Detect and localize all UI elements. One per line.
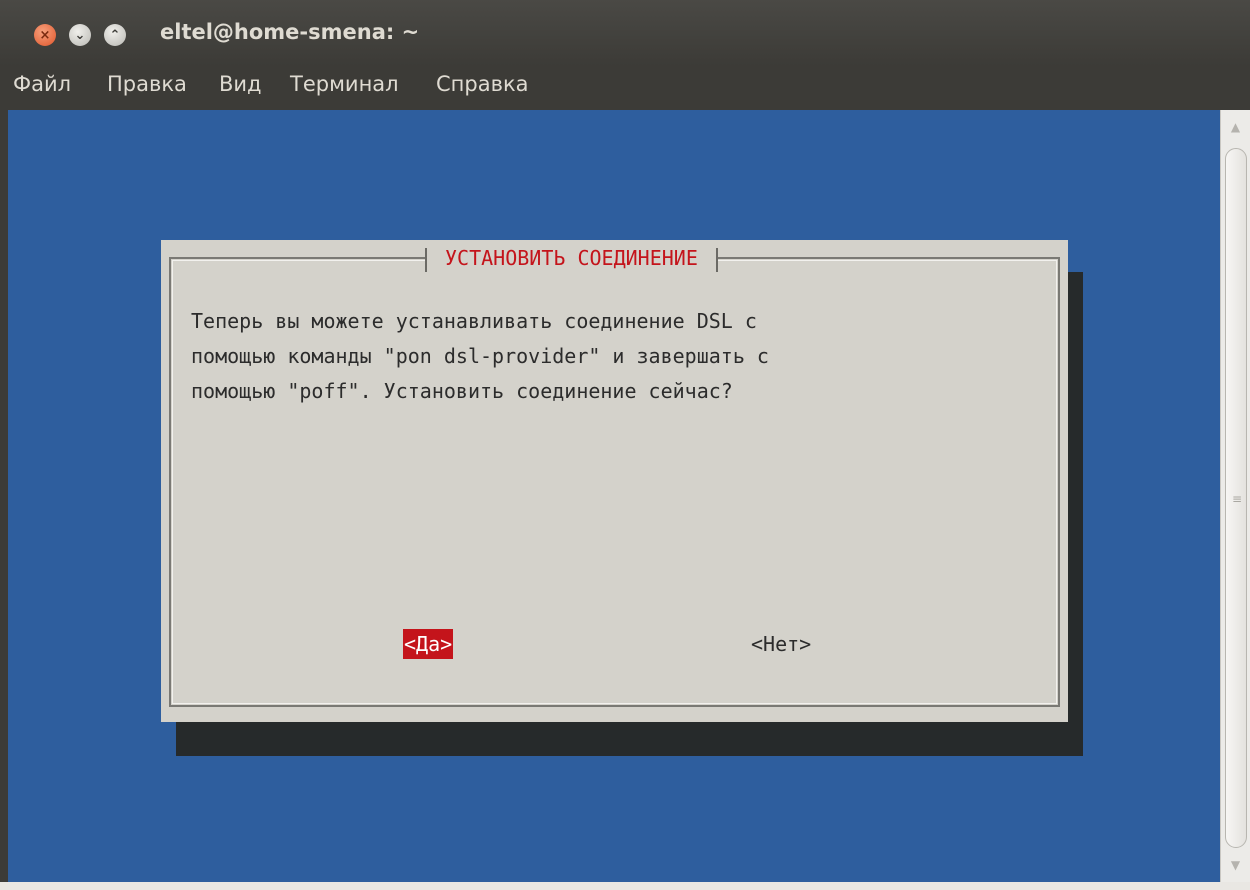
connection-dialog: УСТАНОВИТЬ СОЕДИНЕНИЕ Теперь вы можете у… [161,240,1068,722]
message-line: Теперь вы можете устанавливать соединени… [191,309,757,333]
dialog-message: Теперь вы можете устанавливать соединени… [191,304,1011,409]
menu-item-edit[interactable]: Правка [107,72,187,96]
menu-item-help[interactable]: Справка [436,72,529,96]
title-divider-right [715,248,718,272]
menu-bar: Файл Правка Вид Терминал Справка [0,66,1250,110]
minimize-icon[interactable]: ⌄ [69,24,91,46]
close-icon[interactable]: × [34,24,56,46]
title-bar[interactable]: × ⌄ ⌃ eltel@home-smena: ~ [0,0,1250,66]
yes-button[interactable]: <Да> [403,629,454,659]
scroll-thumb[interactable]: ≡ [1225,148,1247,848]
terminal-window: × ⌄ ⌃ eltel@home-smena: ~ Файл Правка Ви… [0,0,1250,890]
message-line: помощью команды "pon dsl-provider" и зав… [191,344,769,368]
scroll-up-icon[interactable]: ▲ [1221,120,1250,134]
window-title: eltel@home-smena: ~ [160,20,420,44]
no-button[interactable]: <Нет> [751,629,811,659]
scroll-down-icon[interactable]: ▼ [1221,858,1250,872]
window-bottom-border [0,882,1250,890]
menu-item-view[interactable]: Вид [219,72,262,96]
vertical-scrollbar[interactable]: ▲ ≡ ▼ [1220,110,1250,882]
dialog-title: УСТАНОВИТЬ СОЕДИНЕНИЕ [425,242,718,274]
dialog-title-text: УСТАНОВИТЬ СОЕДИНЕНИЕ [445,246,698,270]
menu-item-terminal[interactable]: Терминал [290,72,399,96]
grip-icon: ≡ [1232,492,1243,506]
menu-item-file[interactable]: Файл [13,72,71,96]
maximize-icon[interactable]: ⌃ [104,24,126,46]
message-line: помощью "poff". Установить соединение се… [191,379,733,403]
title-divider-left [425,248,427,272]
